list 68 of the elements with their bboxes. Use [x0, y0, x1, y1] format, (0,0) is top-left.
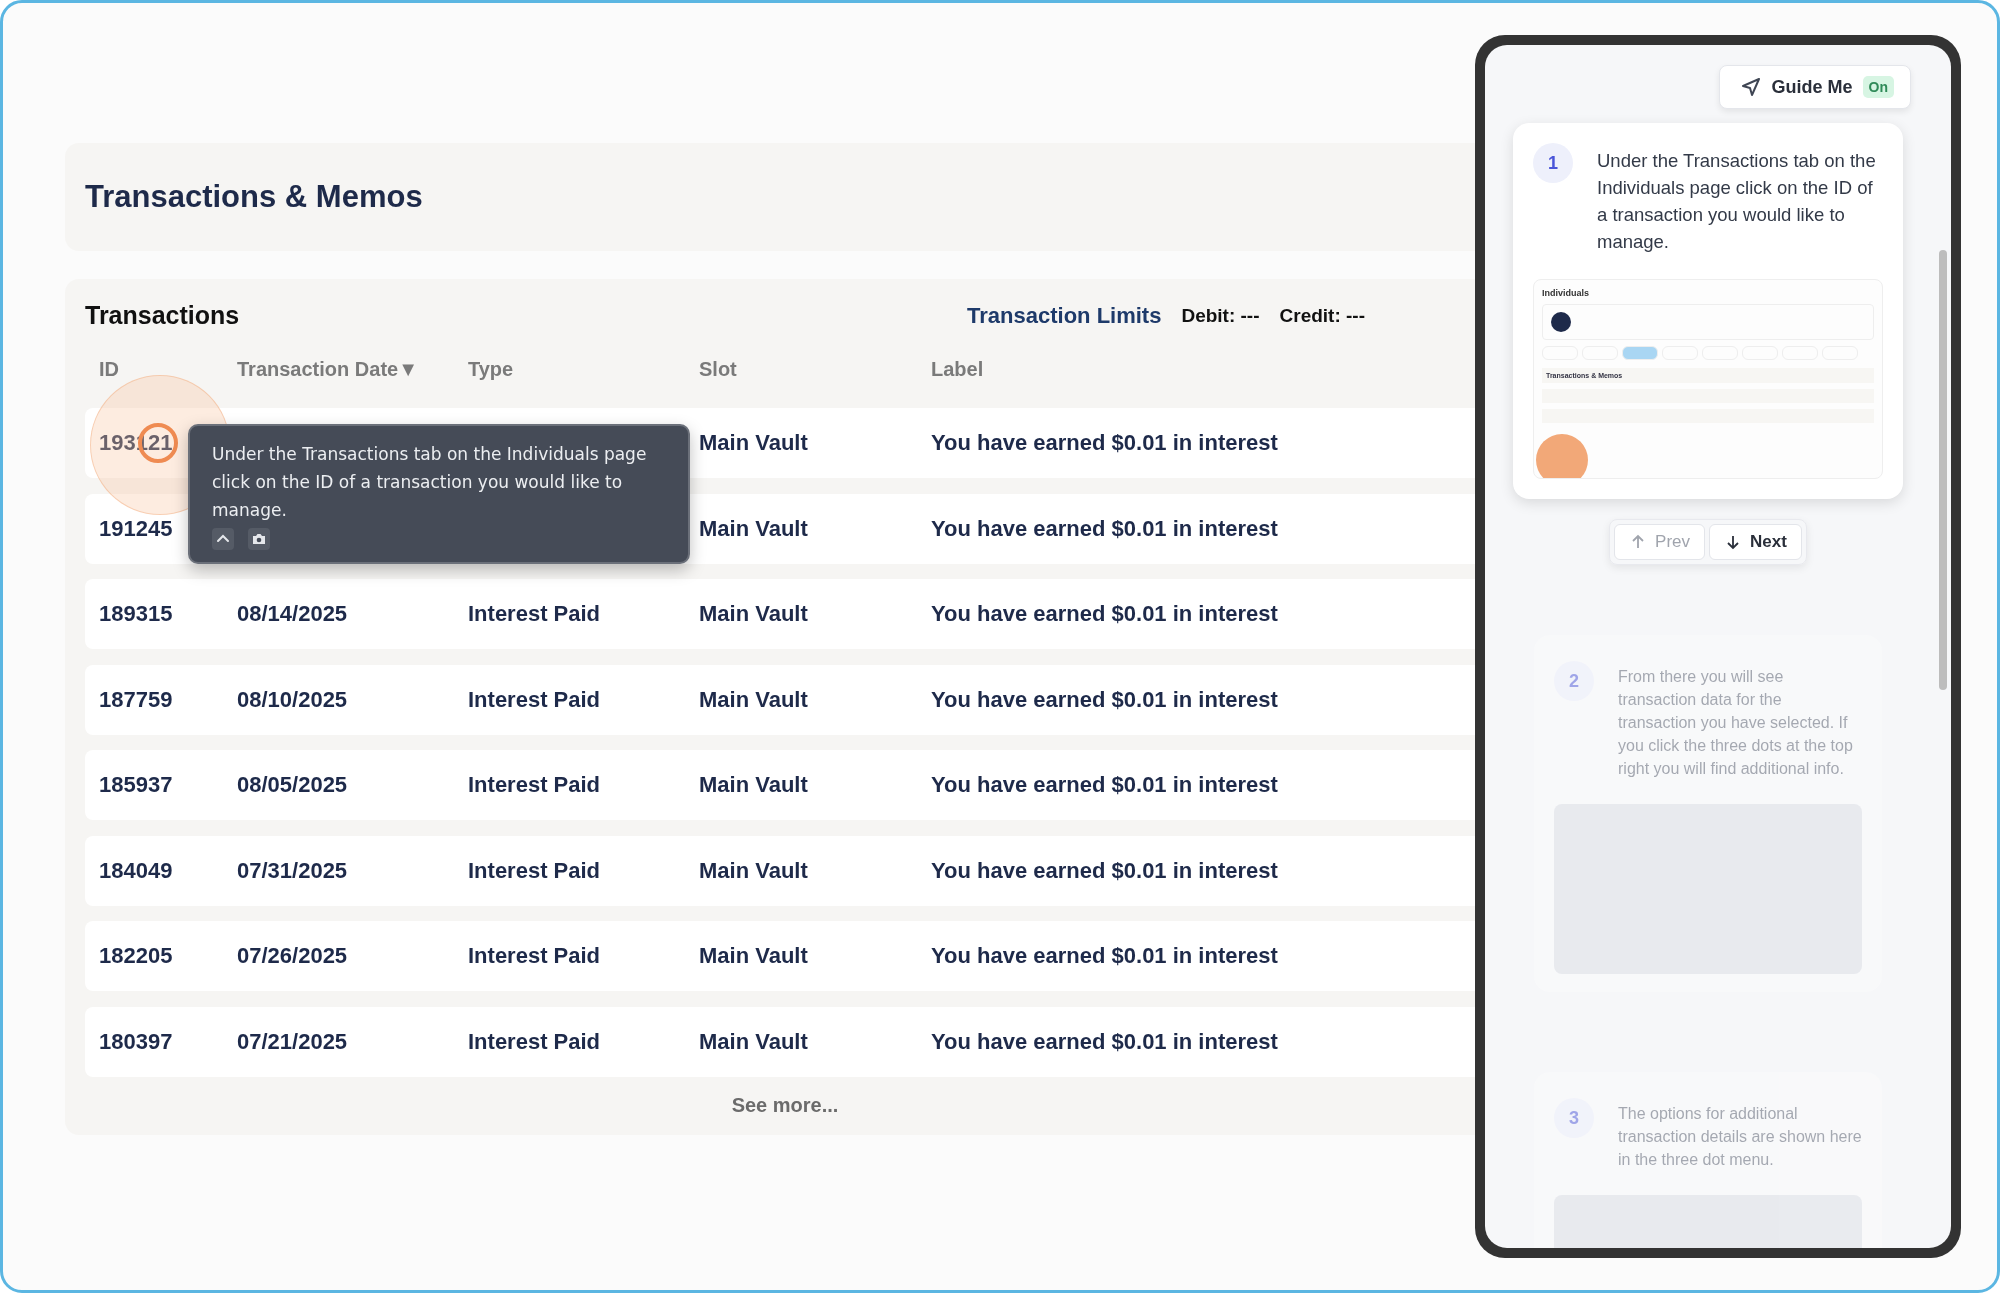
- see-more-link[interactable]: See more...: [731, 1094, 839, 1117]
- column-header: Slot: [699, 357, 738, 381]
- transaction-id-link[interactable]: 187759: [99, 686, 237, 713]
- column-header: Label: [931, 357, 985, 381]
- avatar-icon: [1551, 312, 1571, 332]
- scrollbar-thumb[interactable]: [1939, 250, 1947, 690]
- tab-pill: [1622, 346, 1658, 360]
- credit-limit: Credit: ---: [1279, 304, 1365, 327]
- table-cell-text: 07/26/2025: [237, 943, 349, 969]
- table-cell-text: Interest Paid: [468, 686, 602, 713]
- step-text: Under the Transactions tab on the Individuals page click on the ID of a transaction you would like to manage.: [1597, 149, 1877, 254]
- navigation-arrow-icon: [1739, 76, 1762, 98]
- table-cell-text: Main Vault: [699, 943, 809, 969]
- table-cell-text: Interest Paid: [468, 772, 602, 798]
- table-row[interactable]: 180397 07/21/2025 Interest Paid Main Vault You have earned $0.01 in interest: [85, 1006, 1475, 1077]
- highlight-circle: [1536, 434, 1588, 478]
- column-header: ID: [99, 357, 120, 381]
- table-row[interactable]: 185937 08/05/2025 Interest Paid Main Vault You have earned $0.01 in interest: [85, 750, 1475, 820]
- limits-label: Transaction Limits: [967, 302, 1162, 329]
- camera-icon[interactable]: [248, 528, 270, 550]
- transaction-id-link[interactable]: 184049: [99, 857, 237, 884]
- table-cell-text: You have earned $0.01 in interest: [931, 515, 1279, 542]
- guide-me-button[interactable]: Guide Me On: [1718, 65, 1911, 109]
- table-cell-text: Main Vault: [699, 515, 809, 542]
- table-cell-text: Interest Paid: [468, 943, 602, 969]
- table-cell-text: 08/10/2025: [237, 686, 349, 713]
- column-header: Type: [468, 357, 515, 381]
- table-cell-text: Main Vault: [699, 1028, 809, 1055]
- table-cell-text: Interest Paid: [468, 857, 602, 884]
- table-cell-text: 07/31/2025: [237, 857, 349, 884]
- page-title: Transactions & Memos: [85, 179, 423, 214]
- chevron-up-icon[interactable]: [212, 528, 234, 550]
- next-button[interactable]: Next: [1709, 524, 1802, 560]
- table-cell-text: Main Vault: [699, 601, 809, 627]
- table-cell-text: Main Vault: [699, 430, 809, 456]
- column-header[interactable]: Transaction Date▼: [237, 357, 468, 381]
- table-cell-text: 08/05/2025: [237, 772, 349, 798]
- step-number: 1: [1533, 143, 1573, 183]
- table-row[interactable]: 184049 07/31/2025 Interest Paid Main Vault You have earned $0.01 in interest: [85, 835, 1475, 906]
- table-row[interactable]: 189315 08/14/2025 Interest Paid Main Vault You have earned $0.01 in interest: [85, 579, 1475, 649]
- table-cell-text: Main Vault: [699, 686, 809, 713]
- status-badge: On: [1862, 76, 1894, 98]
- table-cell-text: You have earned $0.01 in interest: [931, 857, 1279, 884]
- table-cell-text: You have earned $0.01 in interest: [931, 601, 1279, 627]
- table-cell-text: Main Vault: [699, 857, 809, 884]
- table-row[interactable]: 187759 08/10/2025 Interest Paid Main Vault You have earned $0.01 in interest: [85, 664, 1475, 735]
- table-cell-text: 08/14/2025: [237, 601, 349, 627]
- step-number: 3: [1554, 1098, 1594, 1138]
- table-cell-text: You have earned $0.01 in interest: [931, 686, 1279, 713]
- transaction-id-link[interactable]: 189315: [99, 601, 237, 627]
- table-row[interactable]: 182205 07/26/2025 Interest Paid Main Vault You have earned $0.01 in interest: [85, 921, 1475, 991]
- transaction-id-link[interactable]: 182205: [99, 943, 237, 969]
- step-number: 2: [1554, 661, 1594, 701]
- table-cell-text: You have earned $0.01 in interest: [931, 943, 1279, 969]
- debit-limit: Debit: ---: [1181, 304, 1260, 327]
- table-cell-text: You have earned $0.01 in interest: [931, 1028, 1279, 1055]
- preview-title: Individuals: [1542, 288, 1590, 298]
- transaction-id-link[interactable]: 180397: [99, 1028, 237, 1055]
- table-cell-text: You have earned $0.01 in interest: [931, 772, 1279, 798]
- transaction-id-link[interactable]: 185937: [99, 772, 237, 798]
- table-cell-text: Main Vault: [699, 772, 809, 798]
- step-text: The options for additional transaction details are shown here in the three dot menu.: [1618, 1104, 1862, 1170]
- step-text: From there you will see transaction data for the transaction you have selected. If you click the three dots at the top right you will find additional info.: [1618, 667, 1854, 779]
- table-cell-text: Interest Paid: [468, 601, 602, 627]
- table-cell-text: Interest Paid: [468, 1028, 602, 1055]
- table-cell-text: You have earned $0.01 in interest: [931, 430, 1279, 456]
- table-cell-text: 07/21/2025: [237, 1028, 349, 1055]
- section-heading: Transactions: [85, 301, 240, 330]
